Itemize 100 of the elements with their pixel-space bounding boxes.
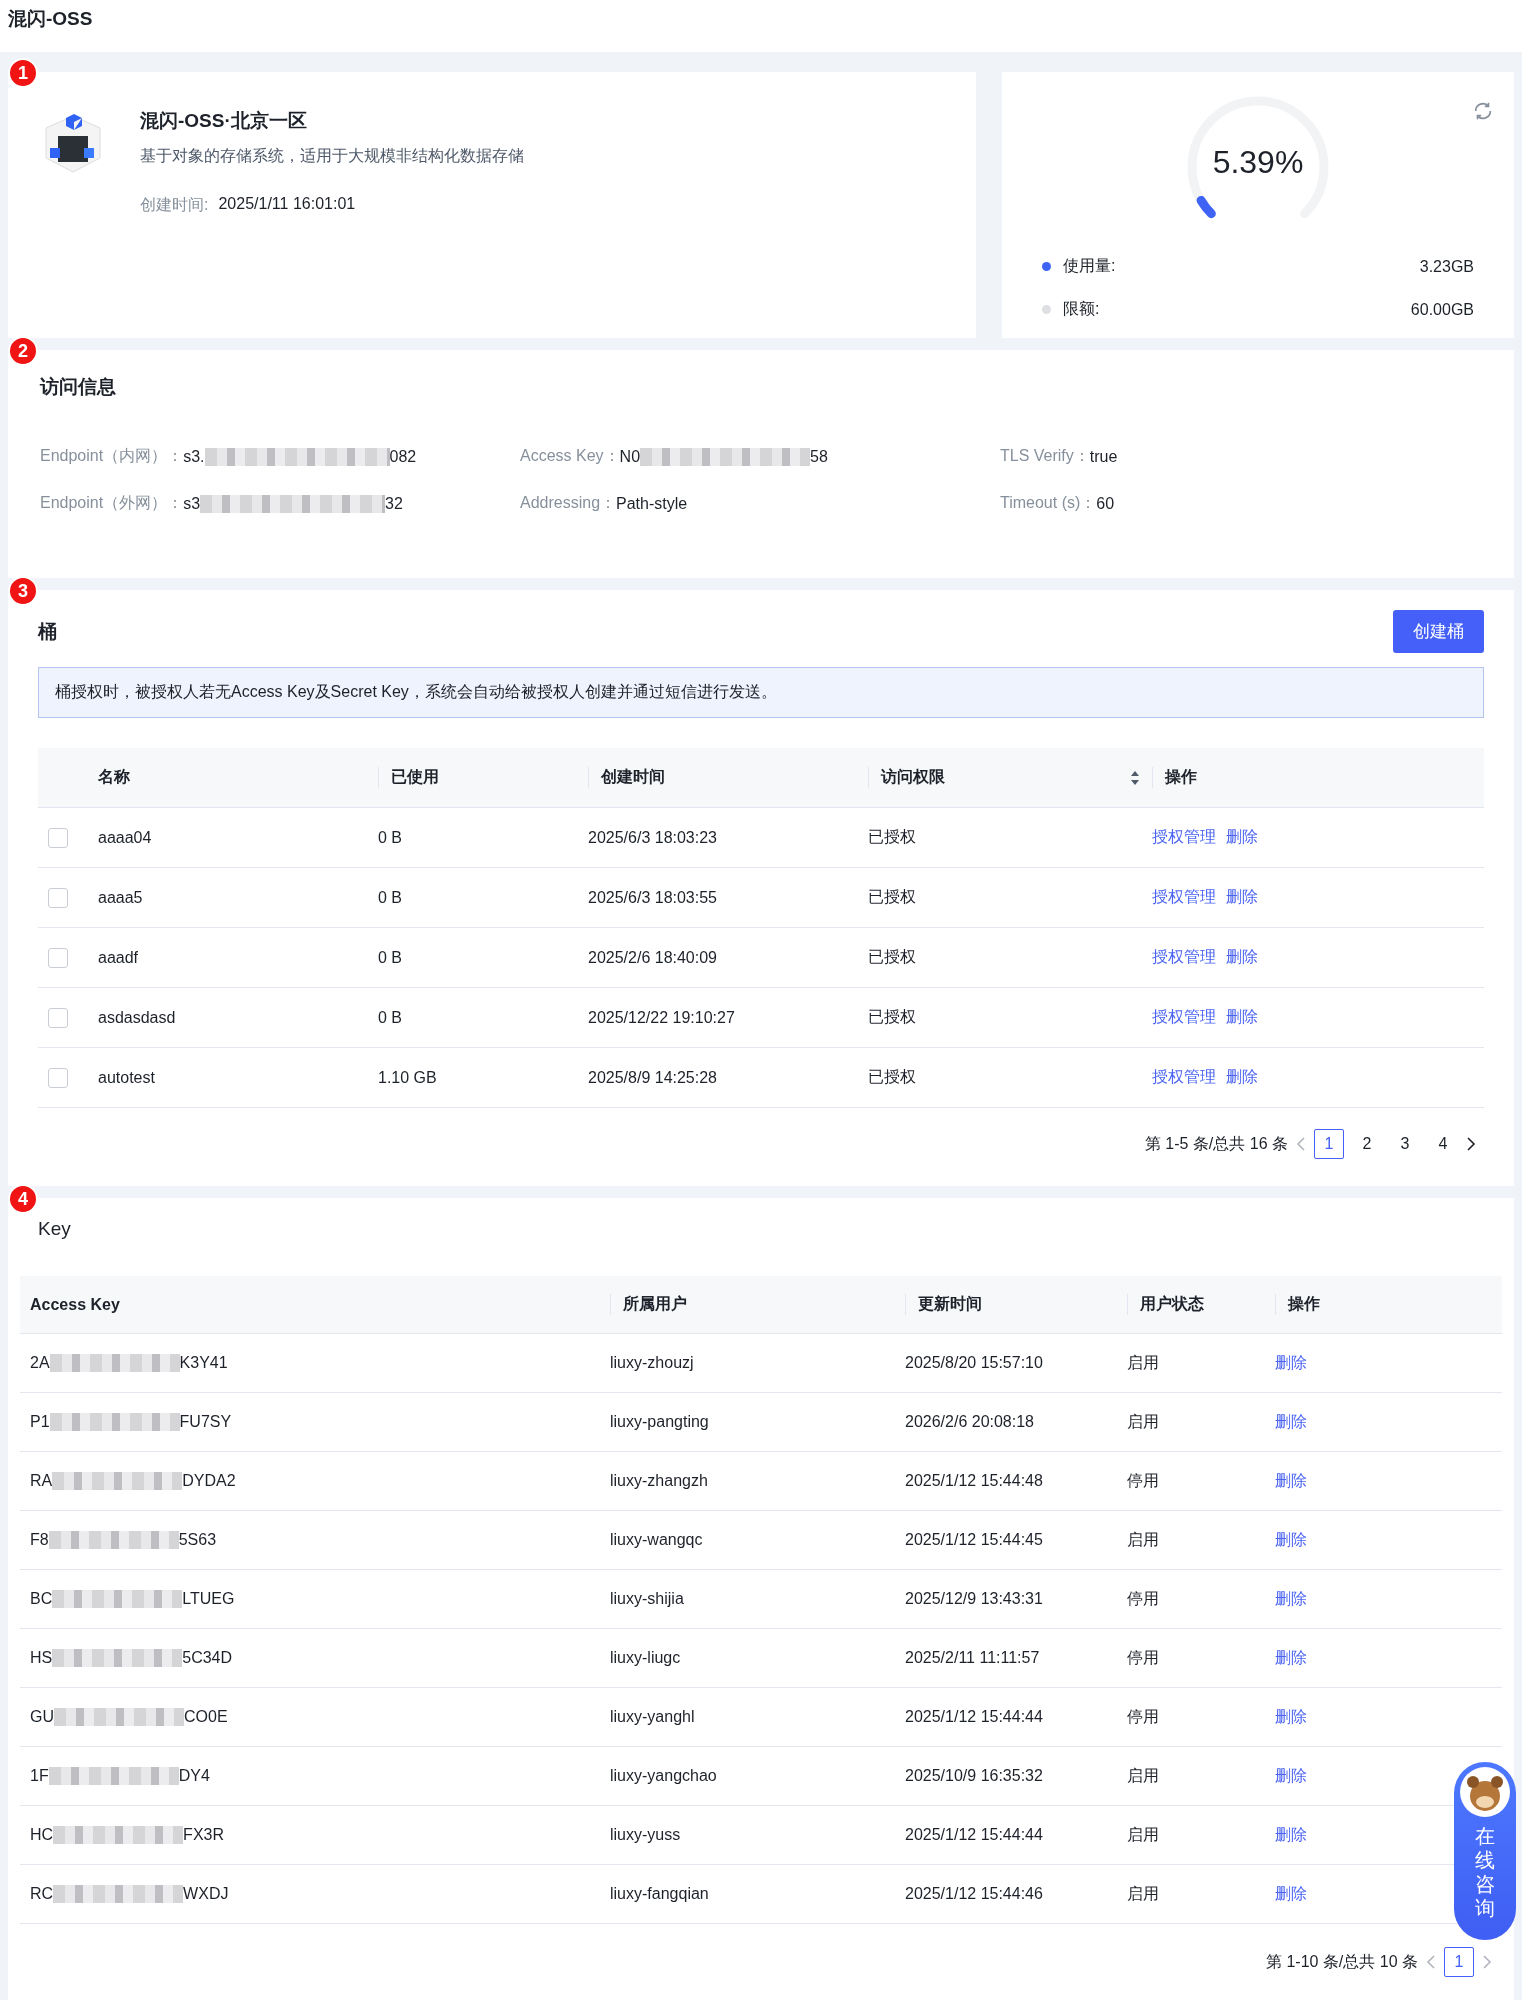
table-cell: 2A [30,1354,50,1372]
delete-link[interactable]: 删除 [1226,1007,1258,1028]
column-header: 所属用户 [610,1294,905,1315]
chat-label: 在线咨询 [1475,1824,1495,1920]
table-cell-text: 启用 [1127,1765,1160,1786]
section-title: 访问信息 [40,375,117,399]
delete-link[interactable]: 删除 [1275,1529,1307,1551]
row-checkbox[interactable] [48,1007,68,1028]
page-title: 混闪-OSS [8,7,94,31]
field-label: Addressing： [520,493,617,513]
field-value: N0 [619,447,641,466]
step-badge: 1 [8,58,38,88]
row-checkbox[interactable] [48,887,68,908]
chat-widget[interactable]: 在线咨询 [1454,1762,1516,1940]
column-header: 操作 [1275,1294,1502,1315]
permission-link[interactable]: 授权管理 [1152,1007,1216,1028]
column-header: 创建时间 [588,767,868,788]
section-title: Key [37,1218,72,1240]
section-title: 桶 [38,619,57,644]
delete-link[interactable]: 删除 [1226,887,1258,908]
sort-icon[interactable] [1130,769,1140,786]
table-cell-text: 已授权 [868,827,917,847]
table-cell-text: 2025/1/12 15:44:45 [905,1531,1044,1549]
delete-link[interactable]: 删除 [1275,1352,1307,1374]
step-badge: 3 [8,576,38,606]
field-label: TLS Verify： [1000,446,1090,466]
table-cell-text: 启用 [1127,1883,1160,1904]
legend-label: 限额: [1063,299,1100,319]
table-cell-text: 已授权 [868,947,917,967]
delete-link[interactable]: 删除 [1275,1411,1307,1433]
table-cell-text: 2025/1/12 15:44:48 [905,1472,1044,1490]
delete-link[interactable]: 删除 [1275,1765,1307,1787]
column-header: 已使用 [378,767,588,788]
delete-link[interactable]: 删除 [1226,827,1258,848]
column-header: 用户状态 [1127,1294,1275,1315]
created-label: 创建时间: [140,195,209,215]
table-cell-text: 启用 [1127,1529,1160,1550]
field-label: Timeout (s)： [1000,493,1097,513]
page-button[interactable]: 1 [1444,1947,1474,1977]
table-cell-text: aaaa5 [98,888,144,907]
table-cell: GU [30,1708,54,1726]
table-cell: P1 [30,1413,50,1431]
table-cell: K3Y41 [179,1354,228,1372]
table-cell-text: aaadf [98,948,140,967]
storage-name: 混闪-OSS·北京一区 [140,109,308,133]
permission-link[interactable]: 授权管理 [1152,947,1216,968]
table-cell-text: 2025/2/11 11:11:57 [905,1649,1041,1667]
table-cell-text: 2025/10/9 16:35:32 [905,1767,1044,1785]
permission-link[interactable]: 授权管理 [1152,827,1216,848]
page-button[interactable]: 1 [1314,1129,1344,1159]
table-cell-text: 2025/2/6 18:40:09 [588,948,718,967]
delete-link[interactable]: 删除 [1226,947,1258,968]
table-cell-text: autotest [98,1068,156,1087]
table-cell: WXDJ [183,1885,229,1903]
table-cell: 5C34D [182,1649,233,1667]
field-label: Endpoint（外网）： [40,493,184,513]
row-checkbox[interactable] [48,1067,68,1088]
table-cell: HS [30,1649,53,1667]
field-label: Endpoint（内网）： [40,446,184,466]
table-cell: 1F [30,1767,49,1785]
permission-link[interactable]: 授权管理 [1152,1067,1216,1088]
chevron-right-icon[interactable] [1466,1137,1476,1151]
chevron-left-icon[interactable] [1426,1955,1436,1969]
table-cell-text: 2025/1/12 15:44:44 [905,1708,1044,1726]
column-header: 名称 [98,767,131,787]
column-header[interactable]: 访问权限 [868,767,1152,788]
table-cell-text: liuxy-liugc [610,1649,682,1667]
column-header: Access Key [29,1295,121,1314]
refresh-icon[interactable] [1472,100,1494,122]
row-checkbox[interactable] [48,947,68,968]
chevron-left-icon[interactable] [1296,1137,1306,1151]
delete-link[interactable]: 删除 [1275,1470,1307,1492]
table-cell-text: 已授权 [868,1007,917,1027]
step-badge: 4 [8,1184,38,1214]
table-cell-text: liuxy-wangqc [610,1531,704,1549]
table-cell: RA [30,1472,53,1490]
delete-link[interactable]: 删除 [1275,1883,1307,1905]
delete-link[interactable]: 删除 [1226,1067,1258,1088]
field-value: s3. [183,447,205,466]
table-cell-text: 2025/12/9 13:43:31 [905,1590,1044,1608]
table-cell-text: liuxy-yanghl [610,1708,696,1726]
field-value: true [1089,447,1118,466]
table-cell-text: 启用 [1127,1824,1160,1845]
row-checkbox[interactable] [48,827,68,848]
table-cell-text: 2026/2/6 20:08:18 [905,1413,1035,1431]
create-bucket-button[interactable]: 创建桶 [1393,610,1484,653]
delete-link[interactable]: 删除 [1275,1824,1307,1846]
field-value: 60 [1096,494,1115,513]
table-cell-text: 0 B [378,1008,403,1027]
delete-link[interactable]: 删除 [1275,1647,1307,1669]
delete-link[interactable]: 删除 [1275,1706,1307,1728]
legend-value: 60.00GB [1410,300,1474,319]
table-cell-text: 已授权 [868,1067,917,1087]
legend-value: 3.23GB [1419,257,1474,276]
table-cell-text: 0 B [378,948,403,967]
table-cell-text: 已授权 [868,887,917,907]
delete-link[interactable]: 删除 [1275,1588,1307,1610]
permission-link[interactable]: 授权管理 [1152,887,1216,908]
table-cell-text: liuxy-pangting [610,1413,710,1431]
mascot-icon [1459,1766,1511,1818]
